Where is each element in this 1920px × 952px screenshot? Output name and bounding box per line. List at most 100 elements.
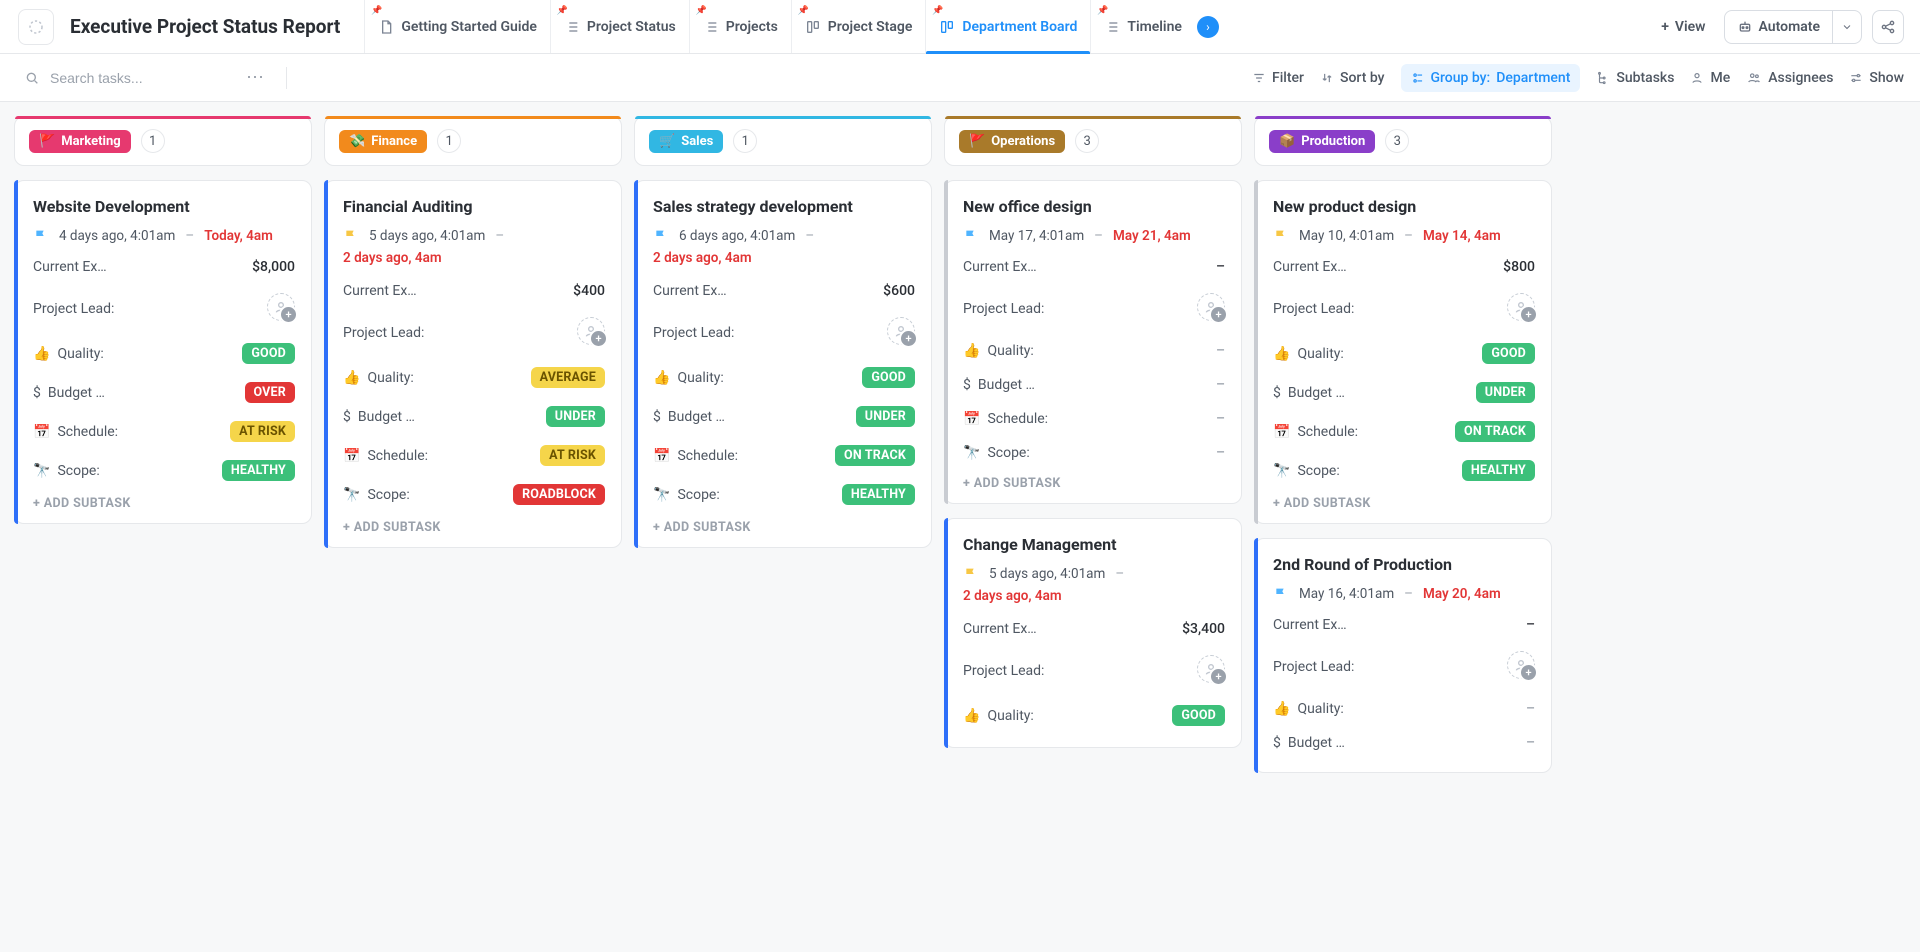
- board-toolbar: ⋯ Filter Sort by Group by: Department Su…: [0, 54, 1920, 102]
- priority-flag-icon[interactable]: [963, 228, 979, 244]
- board-scroll[interactable]: 🚩Marketing1Website Development4 days ago…: [0, 102, 1920, 952]
- department-chip[interactable]: 💸 Finance: [339, 130, 427, 153]
- date-separator: –: [805, 228, 814, 244]
- field-current-ex: Current Ex…–: [1273, 608, 1535, 642]
- task-card[interactable]: New office designMay 17, 4:01am–May 21, …: [944, 180, 1242, 504]
- filter-button[interactable]: Filter: [1252, 70, 1304, 86]
- department-name: Sales: [681, 134, 713, 149]
- priority-flag-icon[interactable]: [653, 228, 669, 244]
- tab-department-board[interactable]: 📌Department Board: [925, 0, 1090, 53]
- assignee-add-icon[interactable]: [1507, 293, 1535, 321]
- status-badge: AT RISK: [230, 421, 295, 442]
- field-schedule: 📅 Schedule:ON TRACK: [653, 436, 915, 475]
- tab-projects[interactable]: 📌Projects: [689, 0, 791, 53]
- current-ex-value: $400: [573, 283, 605, 299]
- task-card[interactable]: New product designMay 10, 4:01am–May 14,…: [1254, 180, 1552, 524]
- column-operations: 🚩Operations3New office designMay 17, 4:0…: [944, 116, 1242, 788]
- column-header[interactable]: 🚩Marketing1: [14, 116, 312, 166]
- search-wrap: [24, 69, 228, 87]
- field-project-lead: Project Lead:: [1273, 284, 1535, 334]
- column-header[interactable]: 💸Finance1: [324, 116, 622, 166]
- assignee-add-icon[interactable]: [1197, 655, 1225, 683]
- more-options-icon[interactable]: ⋯: [238, 67, 272, 88]
- tab-project-status[interactable]: 📌Project Status: [550, 0, 689, 53]
- department-chip[interactable]: 🚩Marketing: [29, 130, 131, 153]
- empty-value: –: [1526, 735, 1535, 751]
- field-scope: 🔭 Scope:HEALTHY: [653, 475, 915, 514]
- add-subtask-button[interactable]: + ADD SUBTASK: [653, 520, 915, 535]
- date-separator: –: [1404, 228, 1413, 244]
- subtasks-button[interactable]: Subtasks: [1596, 70, 1674, 86]
- assignee-add-icon[interactable]: [887, 317, 915, 345]
- column-header[interactable]: 📦Production3: [1254, 116, 1552, 166]
- add-view-button[interactable]: + View: [1653, 13, 1713, 41]
- task-card[interactable]: Website Development4 days ago, 4:01am–To…: [14, 180, 312, 524]
- assignee-add-icon[interactable]: [1197, 293, 1225, 321]
- task-card[interactable]: Change Management5 days ago, 4:01am–2 da…: [944, 518, 1242, 748]
- search-input[interactable]: [48, 69, 228, 87]
- show-button[interactable]: Show: [1849, 70, 1904, 86]
- department-name: Finance: [371, 134, 417, 149]
- priority-flag-icon[interactable]: [963, 566, 979, 582]
- tab-timeline[interactable]: 📌Timeline: [1090, 0, 1195, 53]
- add-subtask-button[interactable]: + ADD SUBTASK: [33, 496, 295, 511]
- field-quality: 👍 Quality:GOOD: [1273, 334, 1535, 373]
- assignee-add-icon[interactable]: [1507, 651, 1535, 679]
- task-card[interactable]: Financial Auditing5 days ago, 4:01am–2 d…: [324, 180, 622, 548]
- sort-button[interactable]: Sort by: [1320, 70, 1385, 86]
- tab-project-stage[interactable]: 📌Project Stage: [791, 0, 926, 53]
- add-subtask-button[interactable]: + ADD SUBTASK: [963, 476, 1225, 491]
- field-quality: 👍 Quality:AVERAGE: [343, 358, 605, 397]
- start-date: May 17, 4:01am: [989, 228, 1084, 244]
- priority-flag-icon[interactable]: [343, 228, 359, 244]
- priority-flag-icon[interactable]: [1273, 228, 1289, 244]
- sort-icon: [1320, 71, 1334, 85]
- department-chip[interactable]: 🛒 Sales: [649, 130, 723, 153]
- scope-icon: 🔭: [653, 487, 670, 503]
- filter-icon: [1252, 71, 1266, 85]
- field-project-lead: Project Lead:: [653, 308, 915, 358]
- status-badge: HEALTHY: [842, 484, 915, 505]
- card-list: New product designMay 10, 4:01am–May 14,…: [1254, 180, 1552, 813]
- task-card[interactable]: Sales strategy development 6 days ago, 4:…: [634, 180, 932, 548]
- date-row: 4 days ago, 4:01am–Today, 4am: [33, 228, 295, 244]
- due-date: May 20, 4am: [1423, 586, 1501, 602]
- column-marketing: 🚩Marketing1 Website Development4 days ago…: [14, 116, 312, 564]
- priority-flag-icon[interactable]: [1273, 586, 1289, 602]
- show-label: Show: [1869, 70, 1904, 86]
- workspace-icon[interactable]: [18, 9, 54, 45]
- current-ex-value: $3,400: [1182, 621, 1225, 637]
- automate-button[interactable]: Automate: [1724, 10, 1833, 44]
- divider: [286, 67, 287, 89]
- priority-stripe: [1254, 538, 1258, 773]
- groupby-button[interactable]: Group by: Department: [1401, 64, 1581, 92]
- assignee-add-icon[interactable]: [267, 293, 295, 321]
- assignee-add-icon[interactable]: [577, 317, 605, 345]
- department-chip[interactable]: 🚩Operations: [959, 130, 1065, 153]
- task-title: Sales strategy development: [653, 197, 915, 216]
- tab-getting-started-guide[interactable]: 📌Getting Started Guide: [364, 0, 550, 53]
- filter-label: Filter: [1272, 70, 1304, 86]
- page-title[interactable]: Executive Project Status Report: [70, 15, 340, 38]
- me-button[interactable]: Me: [1690, 70, 1730, 86]
- assignees-button[interactable]: Assignees: [1746, 70, 1833, 86]
- column-header[interactable]: 🛒 Sales 1: [634, 116, 932, 166]
- tab-label: Getting Started Guide: [401, 19, 537, 35]
- task-count: 1: [733, 129, 757, 153]
- department-chip[interactable]: 📦Production: [1269, 130, 1375, 153]
- add-subtask-button[interactable]: + ADD SUBTASK: [343, 520, 605, 535]
- priority-flag-icon[interactable]: [33, 228, 49, 244]
- dollar-icon: $: [33, 385, 41, 401]
- share-button[interactable]: [1872, 10, 1904, 44]
- task-card[interactable]: 2nd Round of ProductionMay 16, 4:01am–Ma…: [1254, 538, 1552, 773]
- tab-label: Project Status: [587, 19, 676, 35]
- empty-value: –: [1216, 377, 1225, 393]
- scroll-tabs-right-icon[interactable]: ›: [1197, 16, 1219, 38]
- department-emoji-icon: 💸: [349, 134, 365, 149]
- date-row: 6 days ago, 4:01am–: [653, 228, 915, 244]
- add-subtask-button[interactable]: + ADD SUBTASK: [1273, 496, 1535, 511]
- automate-caret-button[interactable]: [1833, 10, 1862, 44]
- tab-type-icon: [703, 19, 719, 35]
- department-emoji-icon: 🛒: [659, 134, 675, 149]
- column-header[interactable]: 🚩Operations3: [944, 116, 1242, 166]
